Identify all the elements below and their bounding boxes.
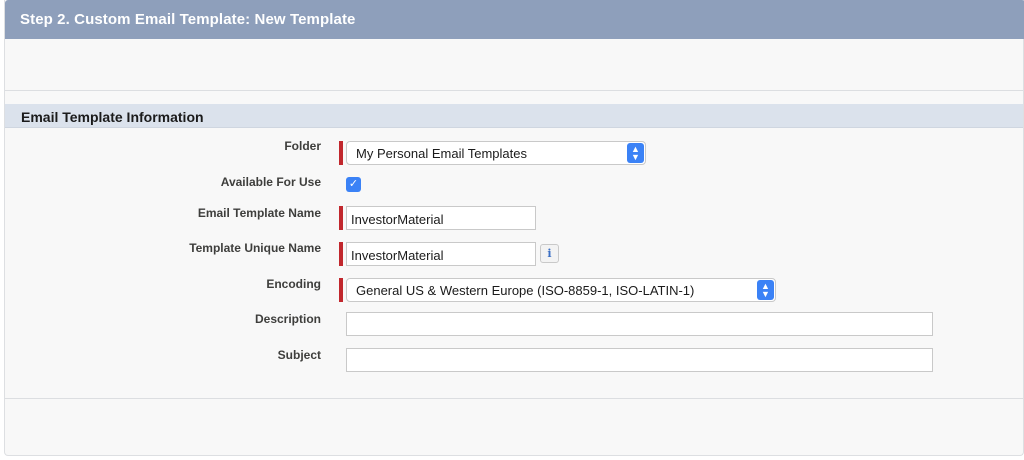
folder-select-value: My Personal Email Templates: [356, 146, 527, 161]
encoding-label: Encoding: [266, 277, 321, 291]
page-title: Step 2. Custom Email Template: New Templ…: [20, 11, 356, 28]
folder-label: Folder: [284, 139, 321, 153]
template-name-value: InvestorMaterial: [351, 212, 444, 227]
section-title: Email Template Information: [21, 109, 204, 125]
checkmark-icon: ✓: [348, 178, 359, 190]
section-divider: [5, 398, 1023, 399]
button-bar: [5, 39, 1023, 91]
required-indicator: [339, 141, 343, 165]
unique-name-input[interactable]: InvestorMaterial: [346, 242, 536, 266]
available-label: Available For Use: [220, 175, 321, 189]
page-frame: Step 2. Custom Email Template: New Templ…: [4, 0, 1024, 456]
required-indicator: [339, 206, 343, 230]
description-input[interactable]: [346, 312, 933, 336]
template-name-input[interactable]: InvestorMaterial: [346, 206, 536, 230]
required-indicator: [339, 242, 343, 266]
unique-name-label: Template Unique Name: [189, 241, 321, 255]
subject-label: Subject: [277, 348, 321, 362]
subject-input[interactable]: [346, 348, 933, 372]
required-indicator: [339, 278, 343, 302]
unique-name-value: InvestorMaterial: [351, 248, 444, 263]
available-checkbox[interactable]: ✓: [346, 177, 361, 192]
description-label: Description: [254, 312, 321, 326]
page-header: Step 2. Custom Email Template: New Templ…: [5, 0, 1024, 39]
chevron-up-down-icon: ▲ ▼: [757, 280, 774, 300]
folder-select[interactable]: My Personal Email Templates ▲ ▼: [346, 141, 646, 165]
encoding-select[interactable]: General US & Western Europe (ISO-8859-1,…: [346, 278, 776, 302]
section-header: Email Template Information: [5, 104, 1023, 128]
info-icon[interactable]: i: [540, 244, 559, 263]
encoding-select-value: General US & Western Europe (ISO-8859-1,…: [356, 283, 695, 298]
chevron-up-down-icon: ▲ ▼: [627, 143, 644, 163]
template-name-label: Email Template Name: [197, 206, 321, 220]
